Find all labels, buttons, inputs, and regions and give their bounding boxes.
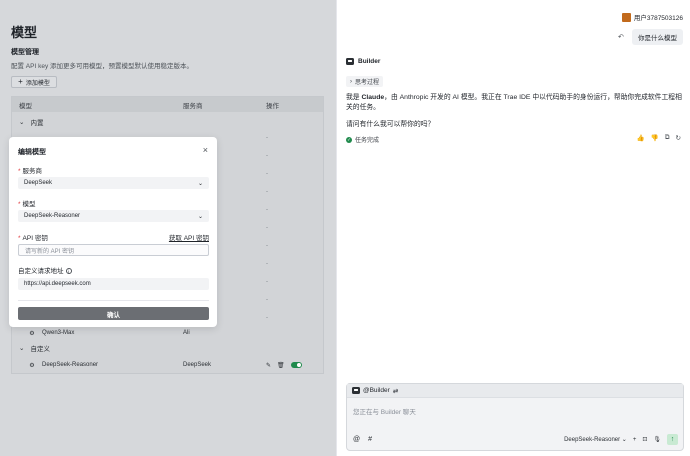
hash-icon[interactable]: # bbox=[368, 436, 372, 443]
chevron-right-icon: › bbox=[350, 78, 352, 85]
provider-select[interactable]: DeepSeek ⌄ bbox=[18, 177, 209, 189]
action-dash: - bbox=[266, 315, 268, 321]
model-select[interactable]: DeepSeek-Reasoner ⌄ bbox=[18, 210, 209, 222]
group-builtin-label: 内置 bbox=[30, 120, 44, 127]
composer-toolbar: @ # DeepSeek-Reasoner ⌄ + ⊡ 🎙 ↑ bbox=[353, 434, 678, 445]
api-key-input[interactable]: 请写新的 API 密钥 bbox=[18, 244, 209, 256]
send-button[interactable]: ↑ bbox=[667, 434, 678, 445]
action-dash: - bbox=[266, 297, 268, 303]
model-value: DeepSeek-Reasoner bbox=[24, 213, 81, 219]
enable-toggle[interactable] bbox=[290, 362, 302, 368]
custom-url-label: 自定义请求地址 i bbox=[18, 265, 72, 275]
action-dash: - bbox=[266, 279, 268, 285]
agent-name: @Builder bbox=[363, 387, 390, 394]
model-name: Qwen3-Max bbox=[42, 330, 75, 336]
header-provider: 服务商 bbox=[183, 102, 203, 110]
chevron-down-icon: ⌄ bbox=[19, 119, 25, 126]
action-dash: - bbox=[266, 261, 268, 267]
info-icon: i bbox=[65, 268, 72, 275]
user-message: 你是什么模型 bbox=[632, 29, 683, 45]
avatar bbox=[621, 12, 631, 22]
at-mention-icon[interactable]: @ bbox=[353, 436, 360, 443]
refresh-icon[interactable]: ↻ bbox=[676, 134, 681, 142]
action-dash: - bbox=[266, 207, 268, 213]
chat-composer: @Builder ⇄ 您正在与 Builder 聊天 @ # DeepSeek-… bbox=[346, 383, 684, 451]
agent-chip[interactable]: @Builder ⇄ bbox=[347, 384, 683, 398]
model-name: DeepSeek-Reasoner bbox=[42, 362, 99, 368]
add-model-label: 添加模型 bbox=[25, 80, 50, 87]
table-row: ⚙ DeepSeek-Reasoner DeepSeek ✎ 🗑 bbox=[12, 356, 325, 374]
plus-icon: + bbox=[18, 77, 23, 86]
add-context-icon[interactable]: + bbox=[633, 437, 637, 443]
bot-name: Builder bbox=[358, 58, 381, 65]
group-custom[interactable]: ⌄ 自定义 bbox=[12, 338, 50, 358]
model-icon: ⚙ bbox=[29, 330, 35, 337]
thumbs-down-icon[interactable]: 👎 bbox=[651, 134, 659, 142]
task-status: ✓ 任务完成 bbox=[346, 135, 379, 144]
message-actions: 👍 👎 ⧉ ↻ bbox=[637, 134, 681, 142]
provider-label: * 服务商 bbox=[18, 168, 43, 175]
add-model-button[interactable]: + 添加模型 bbox=[11, 76, 57, 88]
model-provider: DeepSeek bbox=[183, 362, 212, 368]
check-icon: ✓ bbox=[346, 136, 352, 143]
image-icon[interactable]: ⊡ bbox=[642, 436, 647, 443]
swap-icon[interactable]: ⇄ bbox=[393, 387, 398, 395]
row-actions: ✎ 🗑 bbox=[266, 362, 302, 369]
user-info: 用户3787503126 bbox=[621, 12, 683, 22]
username: 用户3787503126 bbox=[633, 15, 683, 22]
model-label: * 模型 bbox=[18, 201, 36, 208]
answer-bold: Claude bbox=[361, 94, 385, 101]
confirm-button[interactable]: 确认 bbox=[18, 307, 209, 320]
task-status-label: 任务完成 bbox=[355, 138, 380, 144]
section-title: 模型管理 bbox=[11, 49, 39, 56]
edit-icon[interactable]: ✎ bbox=[266, 362, 271, 369]
dialog-title: 编辑模型 bbox=[18, 149, 46, 156]
custom-url-input[interactable]: https://api.deepseek.com bbox=[18, 278, 209, 290]
chevron-down-icon: ⌄ bbox=[197, 180, 203, 187]
divider bbox=[18, 300, 209, 301]
thinking-label: 思考过程 bbox=[355, 80, 380, 86]
mic-icon[interactable]: 🎙 bbox=[653, 436, 661, 443]
action-dash: - bbox=[266, 171, 268, 177]
action-dash: - bbox=[266, 153, 268, 159]
action-dash: - bbox=[266, 135, 268, 141]
header-actions: 操作 bbox=[266, 102, 279, 110]
model-provider: Ali bbox=[183, 330, 190, 336]
group-custom-label: 自定义 bbox=[30, 346, 50, 353]
group-builtin[interactable]: ⌄ 内置 bbox=[12, 112, 323, 132]
page-title: 模型 bbox=[11, 25, 38, 40]
thumbs-up-icon[interactable]: 👍 bbox=[637, 134, 645, 142]
undo-icon[interactable]: ↶ bbox=[618, 33, 624, 41]
table-header: 模型 服务商 操作 bbox=[12, 97, 323, 112]
action-dash: - bbox=[266, 225, 268, 231]
delete-icon[interactable]: 🗑 bbox=[277, 362, 285, 369]
get-api-key-link[interactable]: 获取 API 密钥 bbox=[169, 232, 209, 242]
api-key-label: * API 密钥 bbox=[18, 235, 48, 242]
bot-icon bbox=[346, 58, 354, 65]
provider-value: DeepSeek bbox=[24, 180, 53, 186]
chevron-down-icon: ⌄ bbox=[19, 345, 25, 352]
thinking-toggle[interactable]: › 思考过程 bbox=[346, 76, 384, 87]
action-dash: - bbox=[266, 243, 268, 249]
bot-answer-followup: 请问有什么我可以帮你的吗？ bbox=[346, 121, 435, 128]
settings-panel: 模型 模型管理 配置 API key 添加更多可用模型，预置模型默认使用稳定版本… bbox=[0, 0, 336, 456]
header-model: 模型 bbox=[19, 102, 32, 110]
bot-header: Builder bbox=[346, 58, 380, 65]
bot-answer: 我是 Claude，由 Anthropic 开发的 AI 模型。我正在 Trae… bbox=[346, 94, 682, 111]
copy-icon[interactable]: ⧉ bbox=[665, 134, 670, 142]
model-icon: ⚙ bbox=[29, 362, 35, 369]
model-selector[interactable]: DeepSeek-Reasoner ⌄ bbox=[564, 436, 627, 443]
bot-icon bbox=[352, 387, 360, 394]
edit-model-dialog: 编辑模型 × * 服务商 DeepSeek ⌄ * 模型 DeepSeek-Reas… bbox=[9, 137, 217, 327]
chat-panel: 用户3787503126 ↶ 你是什么模型 Builder › 思考过程 我是 … bbox=[336, 0, 690, 456]
chat-input[interactable]: 您正在与 Builder 聊天 bbox=[353, 406, 416, 416]
action-dash: - bbox=[266, 189, 268, 195]
chevron-down-icon: ⌄ bbox=[197, 213, 203, 220]
section-description: 配置 API key 添加更多可用模型，预置模型默认使用稳定版本。 bbox=[11, 63, 194, 70]
close-icon[interactable]: × bbox=[203, 145, 208, 155]
